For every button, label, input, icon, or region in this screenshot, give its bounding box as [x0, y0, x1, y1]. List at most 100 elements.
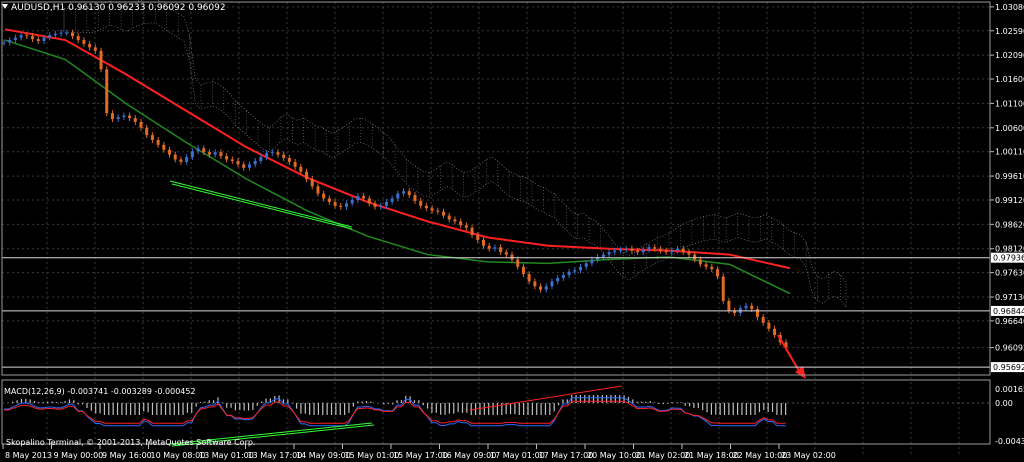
candle-body — [207, 152, 211, 155]
candle-body — [698, 259, 702, 265]
candle-body — [225, 156, 229, 160]
macd-axis-label: 0.001658 — [995, 385, 1024, 394]
candle-body — [219, 152, 223, 157]
candle-body — [704, 264, 708, 267]
candle-body — [253, 160, 257, 165]
macd-axis-label: 0.00 — [995, 399, 1013, 408]
time-tick-label: 10 May 08:00 — [151, 451, 206, 460]
candle-body — [379, 205, 383, 207]
candle-body — [36, 39, 40, 42]
candle-body — [116, 117, 120, 120]
candle-body — [293, 161, 297, 167]
candle-body — [190, 151, 194, 158]
price-tick-label: 1.00600 — [995, 124, 1024, 133]
candle-body — [133, 118, 137, 122]
candle-body — [13, 37, 17, 41]
candle-body — [173, 154, 177, 160]
candle-body — [584, 263, 588, 267]
price-label-boxed: 0.95692 — [993, 363, 1024, 372]
candle-body — [344, 203, 348, 207]
time-tick-label: 15 May 01:00 — [345, 451, 400, 460]
candle-body — [19, 35, 23, 38]
candle-body — [259, 157, 263, 161]
chart-title[interactable]: AUDUSD,H1 0.96130 0.96233 0.96092 0.9609… — [2, 3, 226, 13]
candle-body — [168, 149, 172, 155]
candle-body — [636, 250, 640, 253]
candle-body — [527, 274, 531, 282]
candle-body — [339, 205, 343, 207]
candle-body — [53, 33, 57, 36]
candle-body — [179, 159, 183, 162]
candle-body — [687, 252, 691, 255]
time-tick-label: 21 May 02:00 — [636, 451, 691, 460]
candle-body — [82, 40, 86, 44]
candle-body — [282, 154, 286, 159]
candle-body — [59, 32, 63, 34]
candle-body — [48, 35, 52, 38]
candle-body — [305, 171, 309, 179]
time-tick-label: 9 May 16:00 — [102, 451, 152, 460]
candle-body — [664, 250, 668, 253]
price-tick-label: 1.01100 — [995, 99, 1024, 108]
price-tick-label: 0.97130 — [995, 293, 1024, 302]
candle-body — [510, 254, 514, 260]
candle-body — [470, 227, 474, 236]
candle-body — [202, 148, 206, 153]
candle-body — [316, 186, 320, 194]
candle-body — [573, 270, 577, 272]
candle-body — [322, 193, 326, 199]
candle-body — [539, 286, 543, 290]
candle-body — [487, 245, 491, 249]
price-tick-label: 0.99120 — [995, 196, 1024, 205]
candle-body — [641, 249, 645, 253]
candle-body — [653, 247, 657, 249]
candle-body — [31, 36, 35, 40]
candle-body — [150, 135, 154, 140]
candle-body — [93, 47, 97, 51]
candle-body — [99, 50, 103, 70]
candle-body — [122, 115, 126, 118]
candle-body — [630, 248, 634, 251]
macd-label: MACD(12,26,9) -0.003741 -0.003289 -0.000… — [4, 387, 196, 396]
candle-body — [436, 210, 440, 212]
time-tick-label: 14 May 09:00 — [296, 451, 351, 460]
candle-body — [88, 43, 92, 48]
candle-body — [276, 152, 280, 155]
price-tick-label: 0.96092 — [995, 344, 1024, 353]
price-tick-label: 0.96640 — [995, 317, 1024, 326]
candle-body — [716, 269, 720, 277]
price-tick-label: 1.01600 — [995, 75, 1024, 84]
candle-body — [481, 239, 485, 246]
candle-body — [761, 316, 765, 323]
candle-body — [396, 193, 400, 199]
time-tick-label: 22 May 10:00 — [733, 451, 788, 460]
candle-body — [105, 69, 109, 114]
candle-body — [556, 277, 560, 282]
time-tick-label: 8 May 2013 — [5, 451, 52, 460]
candle-body — [356, 196, 360, 200]
candle-body — [681, 248, 685, 253]
candle-body — [744, 305, 748, 309]
dropdown-triangle-icon[interactable] — [2, 4, 8, 9]
candle-body — [773, 328, 777, 336]
candle-body — [721, 276, 725, 301]
candle-body — [350, 199, 354, 204]
candle-body — [65, 32, 69, 34]
candle-body — [561, 275, 565, 278]
price-tick-label: 0.98120 — [995, 245, 1024, 254]
candle-body — [230, 159, 234, 161]
candle-body — [327, 198, 331, 202]
candle-body — [8, 40, 12, 43]
candle-body — [265, 153, 269, 158]
candle-body — [162, 144, 166, 150]
time-tick-label: 20 May 10:00 — [587, 451, 642, 460]
price-tick-label: 1.00110 — [995, 148, 1024, 157]
candle-body — [613, 250, 617, 253]
time-tick-label: 13 May 17:00 — [248, 451, 303, 460]
time-tick-label: 17 May 17:00 — [539, 451, 594, 460]
candle-body — [373, 203, 377, 207]
price-tick-label: 1.02090 — [995, 51, 1024, 60]
candle-body — [213, 152, 217, 155]
candle-body — [693, 254, 697, 260]
candle-body — [42, 37, 46, 42]
